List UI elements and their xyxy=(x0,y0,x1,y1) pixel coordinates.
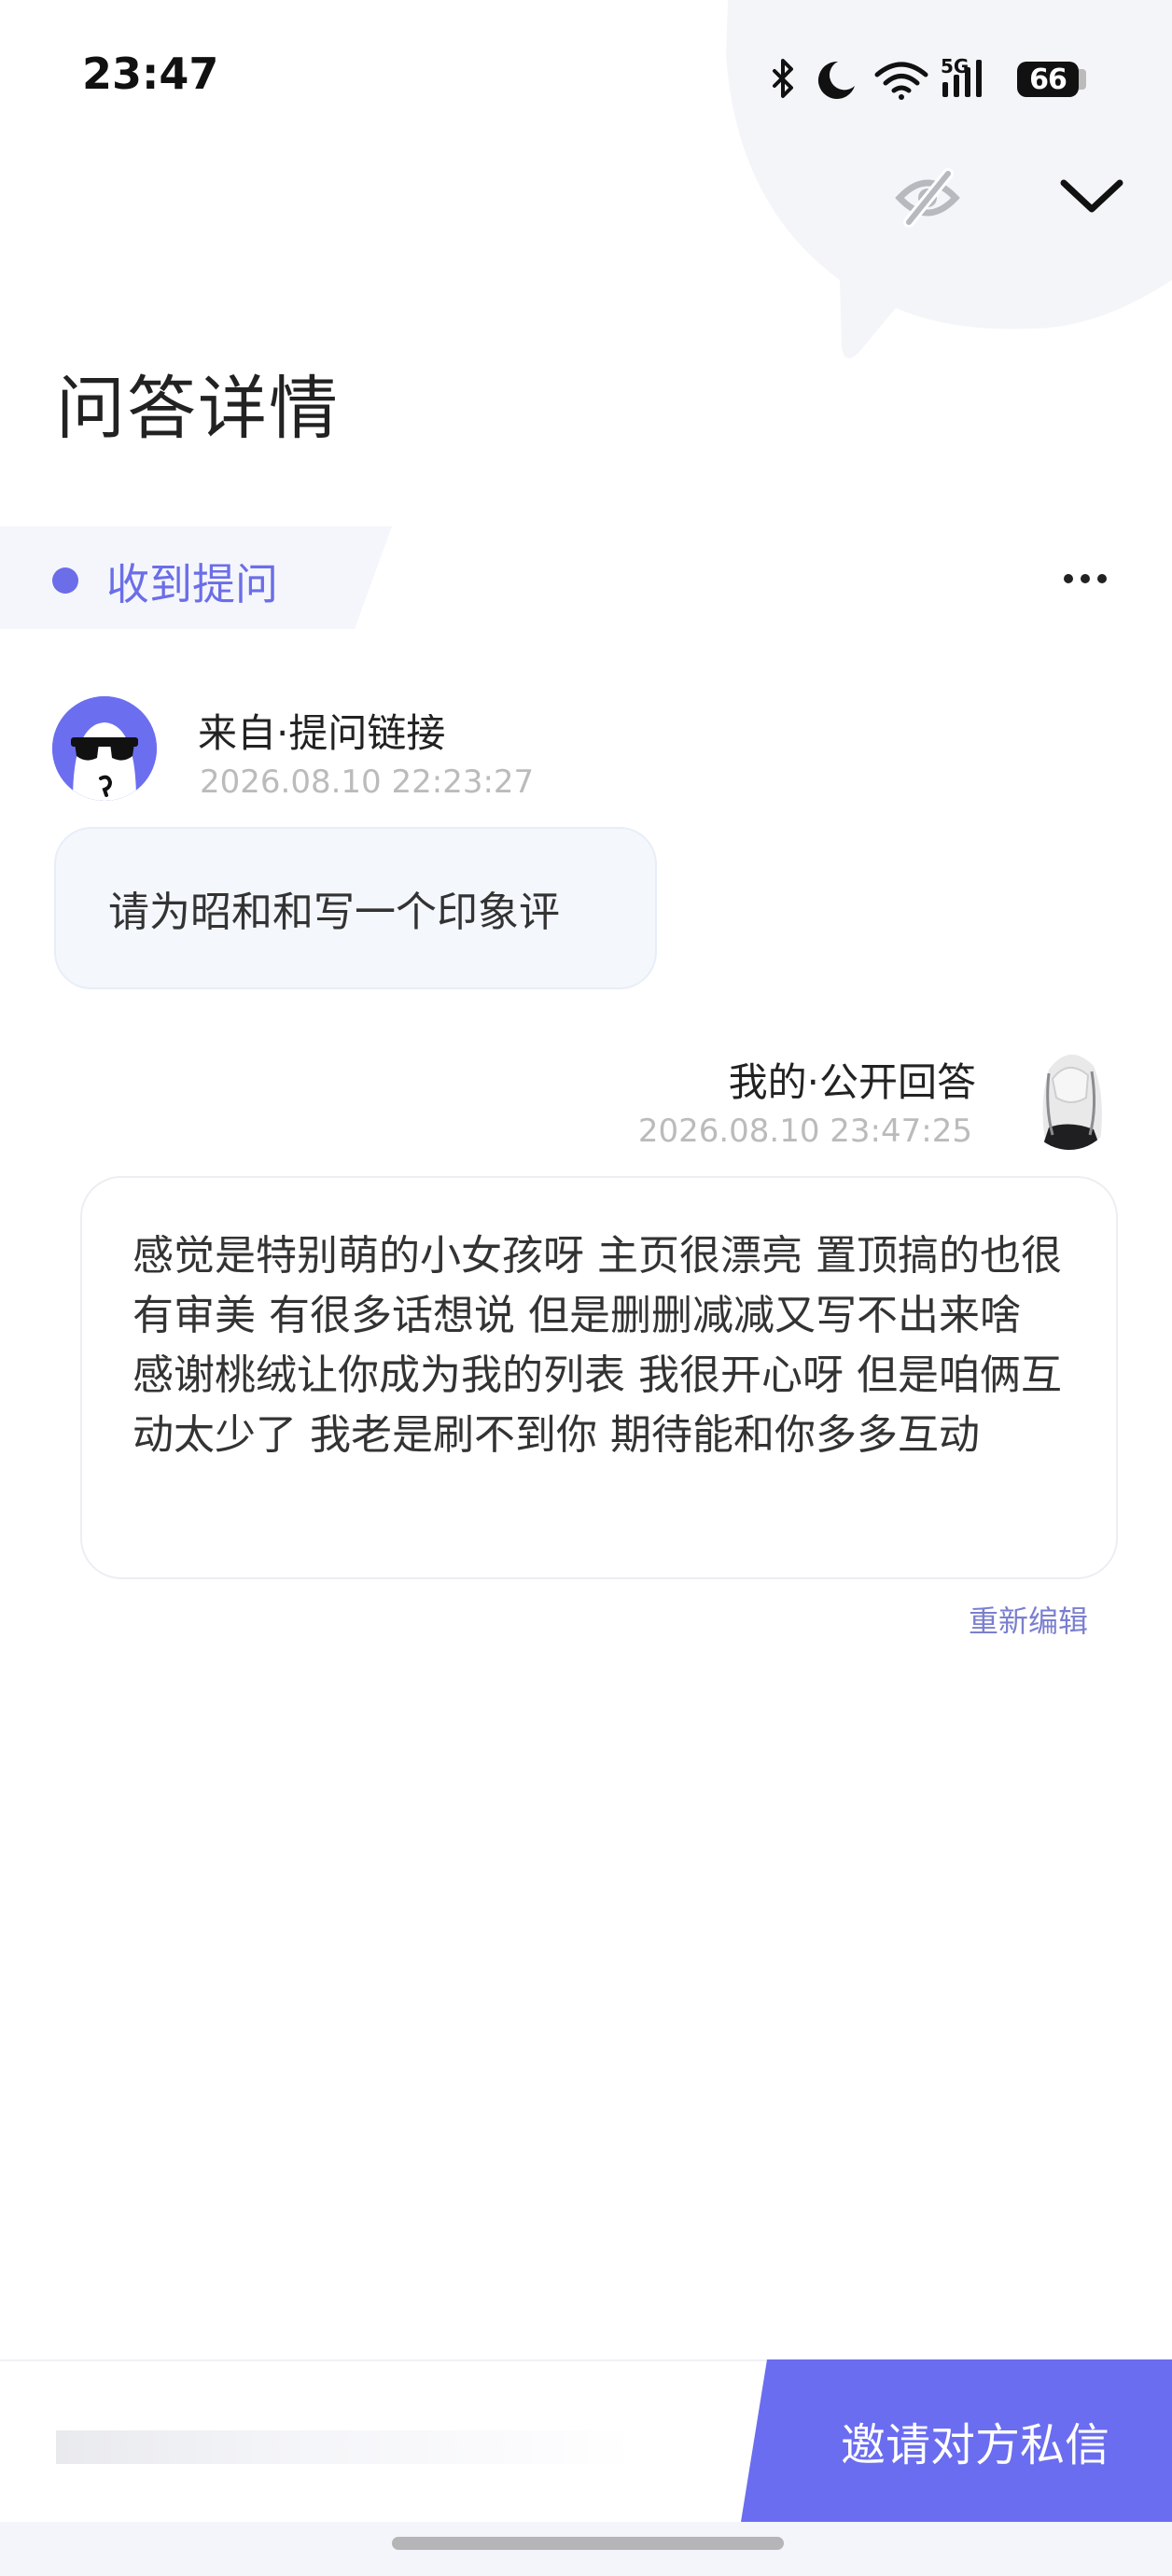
answer-text: 感觉是特别萌的小女孩呀 主页很漂亮 置顶搞的也很有审美 有很多话想说 但是删删减… xyxy=(133,1232,1062,1459)
question-bubble: 请为昭和和写一个印象评 xyxy=(54,827,657,989)
answer-time: 2026.08.10 23:47:25 xyxy=(637,1113,972,1150)
avatar[interactable] xyxy=(52,696,157,801)
chevron-down-icon[interactable] xyxy=(1058,172,1125,220)
home-indicator[interactable] xyxy=(392,2537,784,2550)
battery-tip xyxy=(1079,69,1086,90)
status-icons: 5G xyxy=(765,54,1017,106)
wifi-icon xyxy=(874,62,928,100)
invite-message-button[interactable]: 邀请对方私信 xyxy=(741,2359,1172,2522)
status-time: 23:47 xyxy=(82,49,219,99)
invite-label: 邀请对方私信 xyxy=(840,2419,1109,2471)
moon-icon xyxy=(817,61,855,99)
battery-icon: 66 xyxy=(1017,62,1079,97)
question-time: 2026.08.10 22:23:27 xyxy=(200,763,535,801)
eye-off-icon[interactable] xyxy=(894,164,961,231)
message-input[interactable] xyxy=(56,2430,635,2464)
network-label: 5G xyxy=(941,55,969,77)
re-edit-link[interactable]: 重新编辑 xyxy=(969,1598,1088,1641)
signal-icon: 5G xyxy=(941,55,982,97)
status-dot xyxy=(52,567,78,594)
question-text: 请为昭和和写一个印象评 xyxy=(108,889,560,936)
more-horizontal-icon[interactable] xyxy=(1064,560,1120,597)
bluetooth-icon xyxy=(773,59,793,98)
status-label: 收到提问 xyxy=(106,559,278,609)
battery-level: 66 xyxy=(1029,63,1067,96)
answer-source: 我的·公开回答 xyxy=(728,1059,976,1105)
answer-bubble: 感觉是特别萌的小女孩呀 主页很漂亮 置顶搞的也很有审美 有很多话想说 但是删删减… xyxy=(80,1176,1118,1579)
question-source: 来自·提问链接 xyxy=(198,710,446,756)
my-avatar[interactable] xyxy=(1021,1042,1118,1150)
page-title: 问答详情 xyxy=(56,369,340,449)
